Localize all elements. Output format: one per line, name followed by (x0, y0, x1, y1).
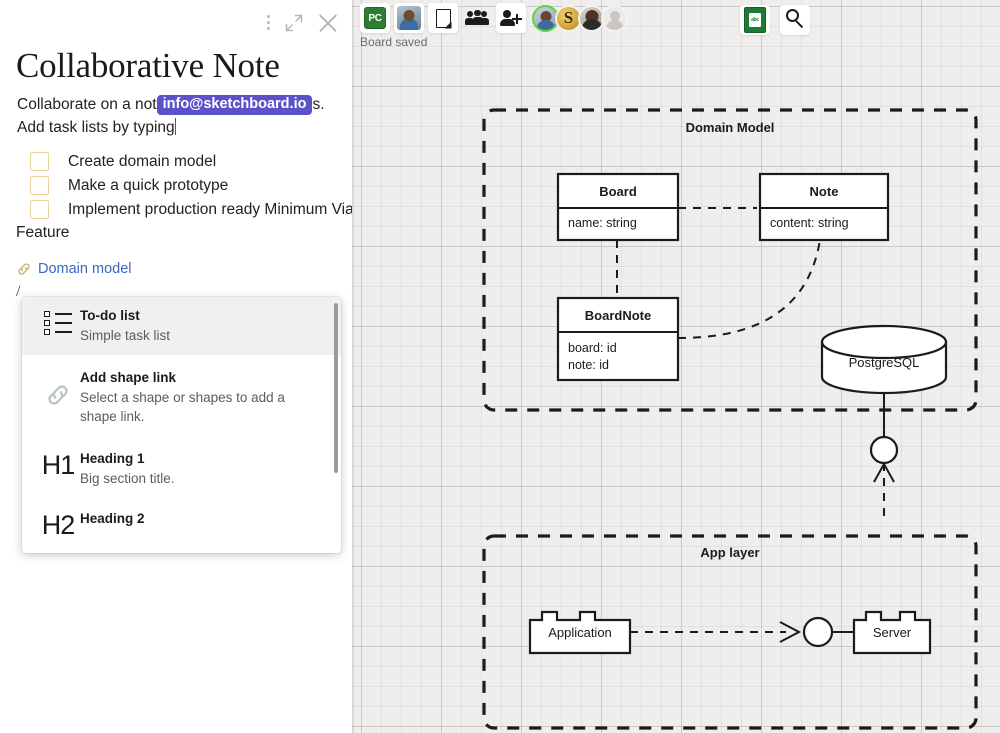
task-list-item[interactable]: Create domain model (14, 150, 350, 174)
board-diagram[interactable]: .stroke { stroke:#1b1b1b; fill:none; } .… (352, 0, 1000, 733)
board-canvas[interactable]: .stroke { stroke:#1b1b1b; fill:none; } .… (352, 0, 1000, 733)
app-root: .stroke { stroke:#1b1b1b; fill:none; } .… (0, 0, 1000, 733)
task-checkbox[interactable] (30, 152, 49, 171)
menu-item-title: Heading 1 (80, 451, 145, 466)
close-icon[interactable] (317, 12, 338, 33)
slash-command-menu[interactable]: To-do list Simple task list Add shape li… (22, 297, 341, 553)
task-checkbox[interactable] (30, 176, 49, 195)
server-interface-ball (802, 616, 834, 648)
component-server[interactable] (852, 610, 932, 655)
text-caret (174, 118, 177, 135)
component-application[interactable] (528, 610, 632, 655)
menu-scrollbar[interactable] (334, 303, 338, 473)
expand-icon[interactable] (284, 13, 304, 33)
class-note[interactable] (758, 172, 890, 242)
database-postgresql[interactable] (820, 324, 948, 395)
export-button[interactable]: abc (740, 5, 770, 35)
note-body[interactable]: Collaborate on a not info@sketchboard.io s… (17, 93, 347, 139)
user-avatar-icon (397, 6, 421, 30)
menu-item-desc: Big section title. (80, 471, 175, 486)
shape-link-row[interactable]: Domain model (17, 261, 132, 277)
task-list-item[interactable]: Implement production ready Minimum Viabl… (14, 198, 352, 222)
menu-item-title: To-do list (80, 308, 140, 323)
menu-item-add-shape-link[interactable]: Add shape link Select a shape or shapes … (22, 355, 341, 436)
note-task-list: Create domain model Make a quick prototy… (14, 150, 352, 222)
collaborator-avatars (532, 4, 628, 32)
note-button[interactable] (428, 3, 458, 33)
menu-item-heading-1[interactable]: H1 Heading 1 Big section title. (22, 436, 341, 498)
menu-item-desc: Select a shape or shapes to add a shape … (80, 390, 285, 424)
task-label: Create domain model (68, 153, 217, 170)
heading-1-glyph: H1 (41, 450, 76, 480)
note-paragraph-before: Collaborate on a not (17, 96, 157, 113)
collaborator-4[interactable] (601, 4, 628, 32)
note-action-buttons (267, 12, 338, 33)
menu-item-title: Add shape link (80, 370, 177, 385)
note-title: Collaborative Note (16, 46, 280, 85)
collaborative-note-panel: Collaborative Note Collaborate on a not i… (0, 0, 352, 733)
note-paragraph-after: s. (312, 96, 325, 113)
brand-badge[interactable]: PC (360, 3, 390, 33)
zoom-button[interactable] (780, 5, 810, 35)
team-icon (465, 9, 489, 26)
heading-2-icon: H2 (36, 510, 80, 539)
task-label-overflow: Feature (16, 224, 70, 241)
note-icon (435, 8, 452, 29)
slash-command-text: / (16, 283, 21, 300)
export-icon: abc (744, 7, 766, 33)
task-label: Make a quick prototype (68, 177, 229, 194)
export-glyph-text: abc (749, 13, 761, 27)
add-user-icon (500, 10, 522, 26)
board-status-text: Board saved (360, 35, 428, 49)
class-boardnote[interactable] (556, 296, 680, 382)
magnifier-icon (784, 8, 806, 32)
canvas-left-shadow (352, 0, 355, 733)
user-avatar-button[interactable] (394, 3, 424, 33)
note-paragraph-line2: Add task lists by typing (17, 119, 175, 136)
board-toolbar: PC (360, 3, 628, 33)
team-button[interactable] (462, 3, 492, 33)
link-icon (36, 369, 80, 407)
menu-item-title: Heading 2 (80, 511, 145, 526)
more-options-icon[interactable] (267, 14, 271, 32)
relation-boardnote-note (677, 239, 821, 339)
task-list-item[interactable]: Make a quick prototype (14, 174, 350, 198)
task-label: Implement production ready Minimum Viabl… (68, 201, 352, 218)
menu-item-todo-list[interactable]: To-do list Simple task list (22, 297, 341, 355)
board-toolbar-right: abc (740, 5, 814, 35)
provided-interface-ball (869, 435, 899, 465)
menu-item-desc: Simple task list (80, 328, 171, 343)
mention-pill[interactable]: info@sketchboard.io (156, 95, 313, 115)
link-icon (17, 262, 31, 276)
menu-item-heading-2[interactable]: H2 Heading 2 (22, 498, 341, 549)
invite-user-button[interactable] (496, 3, 526, 33)
heading-1-icon: H1 (36, 450, 80, 479)
shape-link-label[interactable]: Domain model (38, 261, 132, 277)
brand-badge-label: PC (364, 7, 386, 29)
todo-list-icon (36, 307, 80, 335)
heading-2-glyph: H2 (41, 510, 76, 540)
class-board[interactable] (556, 172, 680, 242)
task-checkbox[interactable] (30, 200, 49, 219)
